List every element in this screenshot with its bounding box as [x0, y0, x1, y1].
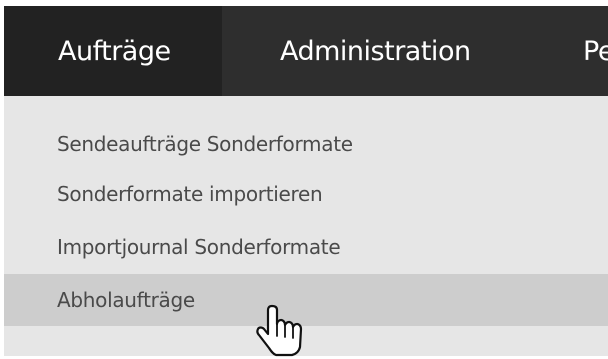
nav-item-truncated[interactable]: Pe	[547, 6, 608, 96]
menu-item-label: Importjournal Sonderformate	[57, 235, 341, 259]
hand-pointer-icon	[256, 304, 303, 357]
screen: Aufträge Administration Pe Sendeaufträge…	[0, 0, 608, 359]
menu-item-importjournal-sonderformate[interactable]: Importjournal Sonderformate	[4, 221, 608, 273]
menu-item-sonderformate-importieren[interactable]: Sonderformate importieren	[4, 168, 608, 220]
nav-item-label: Administration	[280, 35, 471, 67]
menu-item-label: Abholaufträge	[57, 288, 195, 312]
nav-item-administration[interactable]: Administration	[222, 6, 547, 96]
main-navigation: Aufträge Administration Pe	[4, 6, 608, 96]
menu-item-sendeauftraege-sonderformate[interactable]: Sendeaufträge Sonderformate	[4, 118, 608, 170]
menu-item-label: Sonderformate importieren	[57, 182, 323, 206]
nav-item-label: Pe	[583, 35, 608, 67]
nav-item-auftraege[interactable]: Aufträge	[4, 6, 222, 96]
menu-item-label: Sendeaufträge Sonderformate	[57, 132, 353, 156]
nav-item-label: Aufträge	[58, 35, 171, 67]
